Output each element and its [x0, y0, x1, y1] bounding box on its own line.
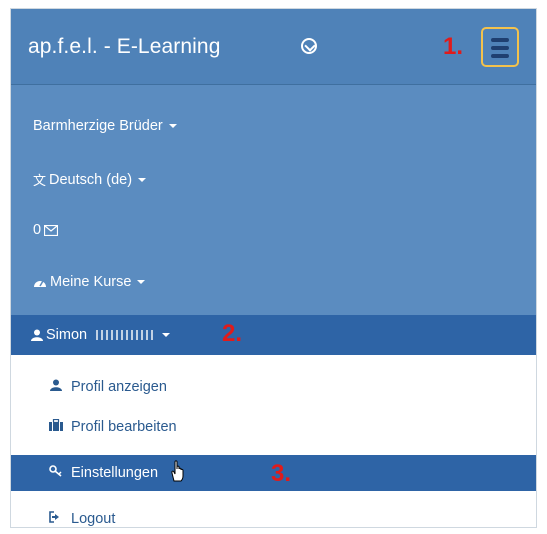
- user-dropdown: Profil anzeigen Profil bearbeiten Einste…: [11, 355, 536, 527]
- annotation-1: 1.: [443, 33, 464, 60]
- dropdown-selected-row[interactable]: Einstellungen 3.: [11, 455, 536, 491]
- menu-item-language[interactable]: 文 Deutsch (de): [33, 170, 147, 189]
- hamburger-icon: [491, 38, 509, 42]
- menu-item-my-courses[interactable]: Meine Kurse: [33, 274, 146, 290]
- menu-item-messages[interactable]: 0: [33, 222, 59, 238]
- download-circle-icon[interactable]: [301, 38, 317, 54]
- site-brand[interactable]: ap.f.e.l. - E-Learning: [28, 35, 220, 59]
- user-menu[interactable]: Simon 2.: [11, 315, 536, 355]
- annotation-2: 2.: [222, 320, 243, 347]
- app-frame: ap.f.e.l. - E-Learning 1. Barmherzige Br…: [10, 8, 537, 528]
- user-icon: [31, 329, 43, 341]
- nav-menu: Barmherzige Brüder 文 Deutsch (de) 0 Meine…: [11, 85, 536, 317]
- dropdown-profile-view[interactable]: Profil anzeigen: [47, 373, 167, 401]
- key-icon: [47, 465, 65, 481]
- language-icon: 文: [33, 173, 47, 188]
- navbar-toggle-button[interactable]: [481, 27, 519, 67]
- hand-cursor-icon: [168, 459, 188, 487]
- dropdown-profile-edit[interactable]: Profil bearbeiten: [47, 413, 177, 441]
- sign-out-icon: [47, 511, 65, 527]
- blurred-name: [96, 330, 157, 340]
- caret-down-icon: [137, 280, 146, 284]
- annotation-3: 3.: [271, 460, 292, 487]
- dropdown-settings[interactable]: Einstellungen: [47, 459, 188, 487]
- user-icon: [47, 379, 65, 395]
- envelope-icon: [44, 224, 59, 236]
- caret-down-icon: [162, 333, 171, 337]
- dropdown-logout[interactable]: Logout: [47, 505, 115, 527]
- dashboard-icon: [34, 280, 46, 287]
- navbar: ap.f.e.l. - E-Learning 1.: [11, 9, 536, 85]
- caret-down-icon: [168, 124, 177, 128]
- user-menu-toggle[interactable]: Simon: [31, 327, 171, 343]
- caret-down-icon: [138, 177, 147, 182]
- menu-item-organisation[interactable]: Barmherzige Brüder: [33, 118, 177, 134]
- briefcase-icon: [47, 418, 65, 435]
